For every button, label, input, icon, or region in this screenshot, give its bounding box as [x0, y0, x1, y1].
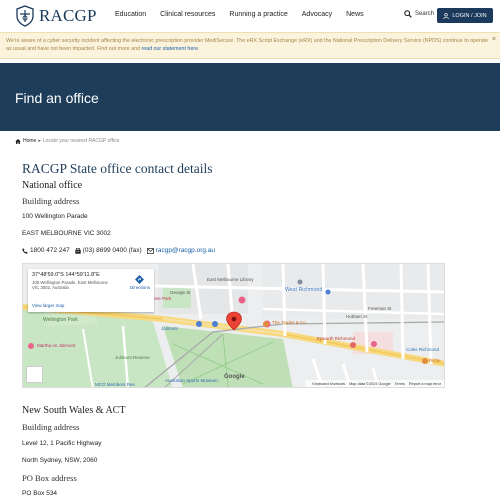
alert-close-button[interactable]: ×: [492, 36, 496, 43]
alert-punct: .: [198, 46, 200, 52]
embedded-map[interactable]: East Melbourne Library West Richmond Wel…: [22, 263, 445, 388]
search-icon: [404, 10, 412, 18]
breadcrumb-current: Locate your nearest RACGP office: [42, 138, 120, 144]
nsw-po-heading: PO Box address: [22, 473, 77, 483]
directions-button[interactable]: Directions: [130, 275, 150, 290]
national-building-heading: Building address: [22, 196, 80, 206]
home-icon: [15, 138, 21, 144]
phone-icon: [22, 247, 28, 254]
logo-text: RACGP: [39, 6, 97, 25]
breadcrumb: Home ▸ Locate your nearest RACGP office: [15, 138, 119, 144]
breadcrumb-home[interactable]: Home: [23, 138, 36, 144]
phone-item[interactable]: 1800 472 247: [22, 247, 70, 254]
terms-link[interactable]: Terms: [395, 382, 405, 386]
map-zoom-control[interactable]: [26, 366, 43, 383]
map-label-freeman-st: Freeman St: [368, 306, 392, 311]
google-logo: Google: [224, 374, 245, 380]
map-label-lume-park: lume Park: [151, 296, 172, 301]
nav-advocacy[interactable]: Advocacy: [302, 11, 332, 18]
nsw-city: North Sydney, NSW, 2060: [22, 457, 98, 464]
nsw-street: Level 12, 1 Pacific Highway: [22, 440, 102, 447]
email-link[interactable]: racgp@racgp.org.au: [156, 247, 215, 254]
section-title: RACGP State office contact details: [22, 161, 213, 176]
envelope-icon: [146, 247, 154, 254]
crest-icon: [16, 5, 34, 27]
nsw-po-value: PO Box 534: [22, 490, 58, 497]
alert-banner: We're aware of a cyber security incident…: [0, 32, 500, 59]
map-label-coles: Coles Richmond: [406, 347, 440, 352]
phone-number: 1800 472 247: [30, 247, 70, 254]
nav-news[interactable]: News: [346, 11, 364, 18]
nav-running-a-practice[interactable]: Running a practice: [229, 11, 287, 18]
hero-banner: Find an office: [0, 63, 500, 131]
report-map-error-link[interactable]: Report a map error: [409, 382, 441, 386]
fax-item: (03) 8699 0400 (fax): [75, 247, 142, 254]
alert-statement-link[interactable]: read our statement here: [141, 46, 198, 52]
map-label-wellington-park: Wellington Park: [43, 317, 78, 323]
map-footer: Keyboard shortcuts Map data ©2024 Google…: [305, 380, 444, 387]
main-nav: Education Clinical resources Running a p…: [115, 11, 378, 18]
map-label-sports-museum: Australian Sports Museum: [165, 378, 218, 383]
email-item[interactable]: racgp@racgp.org.au: [146, 247, 215, 254]
keyboard-shortcuts-link[interactable]: Keyboard shortcuts: [312, 382, 345, 386]
map-label-east-melbourne-library: East Melbourne Library: [207, 277, 254, 282]
map-label-george-st: George St: [170, 290, 191, 295]
map-label-jolimont-reserve: Jolimont Reserve: [115, 355, 150, 360]
map-info-card: 37°48'59.0"S 144°59'11.8"E 100 Wellingto…: [28, 269, 154, 312]
alert-text: We're aware of a cyber security incident…: [6, 37, 491, 53]
nav-education[interactable]: Education: [115, 11, 146, 18]
login-join-button[interactable]: LOGIN / JOIN: [437, 8, 493, 23]
map-label-martha: Martha on Jolimont: [37, 343, 76, 348]
page-title: Find an office: [15, 90, 99, 106]
directions-icon: [135, 275, 145, 284]
nsw-act-heading: New South Wales & ACT: [22, 405, 126, 416]
fax-icon: [75, 247, 81, 254]
site-header: RACGP Education Clinical resources Runni…: [0, 0, 500, 32]
national-contact-row: 1800 472 247 (03) 8699 0400 (fax) racgp@…: [22, 247, 220, 254]
map-label-mcg: MCG Members Res: [95, 382, 135, 387]
map-label-hotham-st: Hotham St: [346, 314, 368, 319]
map-label-jolimont: Jolimont: [161, 326, 178, 331]
search-label: Search: [415, 11, 435, 17]
search-button[interactable]: Search: [404, 10, 434, 18]
fax-number: (03) 8699 0400 (fax): [82, 247, 142, 254]
breadcrumb-separator: ▸: [38, 138, 41, 144]
map-label-tippler: The Tippler & Co.: [272, 320, 308, 325]
map-label-riche: Riche: [429, 358, 441, 363]
map-data-credit: Map data ©2024 Google: [349, 381, 391, 386]
national-street: 100 Wellington Parade: [22, 213, 88, 220]
login-join-label: LOGIN / JOIN: [452, 12, 487, 19]
national-city: EAST MELBOURNE VIC 3002: [22, 230, 111, 237]
nsw-building-heading: Building address: [22, 422, 80, 432]
map-label-west-richmond: West Richmond: [285, 287, 323, 293]
map-address: 100 Wellington Parade, East Melbourne VI…: [32, 280, 108, 291]
national-office-heading: National office: [22, 180, 83, 191]
user-icon: [443, 12, 450, 19]
directions-label: Directions: [129, 285, 150, 290]
nav-clinical-resources[interactable]: Clinical resources: [160, 11, 215, 18]
map-label-epworth: Epworth Richmond: [317, 336, 356, 341]
view-larger-map-link[interactable]: View larger map: [32, 303, 64, 308]
alert-message: We're aware of a cyber security incident…: [6, 38, 489, 52]
racgp-logo[interactable]: RACGP: [14, 5, 97, 27]
